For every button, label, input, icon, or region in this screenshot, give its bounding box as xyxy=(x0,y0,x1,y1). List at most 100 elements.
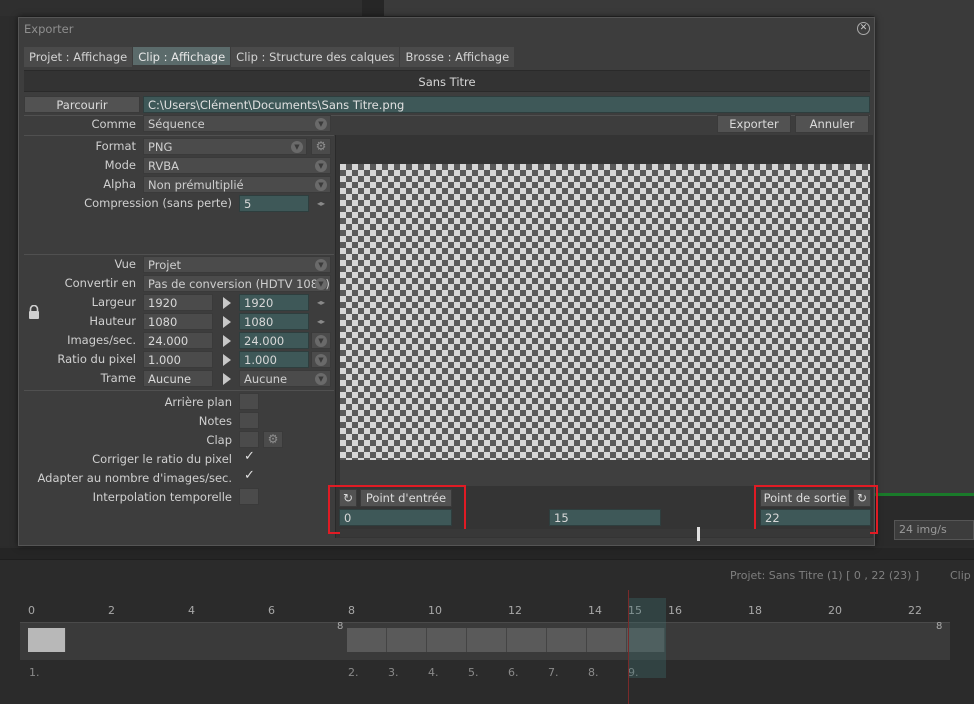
mode-value: RVBA xyxy=(148,159,179,173)
tab-clip-view[interactable]: Clip : Affichage xyxy=(133,47,232,65)
frame-number: 1. xyxy=(29,666,40,679)
fps-label: Images/sec. xyxy=(67,333,136,347)
stepper-icon[interactable]: ◂▸ xyxy=(315,199,327,209)
green-indicator-line xyxy=(874,493,974,496)
frame-input[interactable]: Aucune xyxy=(143,370,213,387)
ruler-tick: 2 xyxy=(108,604,115,617)
pixel-ratio-output[interactable]: 1.000 xyxy=(239,351,309,368)
arrow-right-icon xyxy=(223,354,231,366)
gear-icon[interactable]: ⚙ xyxy=(263,431,283,448)
background-checkbox[interactable] xyxy=(239,393,259,410)
range-scrubber[interactable] xyxy=(340,529,870,537)
close-icon[interactable]: ✕ xyxy=(857,22,870,35)
height-label: Hauteur xyxy=(89,314,136,328)
convert-select[interactable]: Pas de conversion (HDTV 1080) ▼ xyxy=(143,275,331,292)
timeline-cell[interactable] xyxy=(28,628,66,652)
notes-checkbox[interactable] xyxy=(239,412,259,429)
notes-label: Notes xyxy=(198,414,232,428)
reset-out-icon[interactable]: ↻ xyxy=(853,489,871,507)
preview-canvas xyxy=(340,164,870,460)
clip-info: Clip xyxy=(950,569,971,582)
timeline-cell[interactable] xyxy=(347,628,387,652)
format-label: Format xyxy=(95,139,136,153)
playhead[interactable] xyxy=(628,590,629,704)
view-select[interactable]: Projet ▼ xyxy=(143,256,331,273)
ruler-tick: 22 xyxy=(908,604,922,617)
browse-button[interactable]: Parcourir xyxy=(24,96,140,113)
timeline-cell[interactable] xyxy=(547,628,587,652)
in-point-input[interactable]: 0 xyxy=(339,509,452,526)
gear-icon[interactable]: ⚙ xyxy=(311,138,331,155)
export-button[interactable]: Exporter xyxy=(717,115,791,133)
background-right-panel xyxy=(874,16,974,496)
fps-display[interactable]: 24 img/s xyxy=(894,520,974,540)
fps-output[interactable]: 24.000 xyxy=(239,332,309,349)
clap-checkbox[interactable] xyxy=(239,431,259,448)
out-point-button[interactable]: Point de sortie xyxy=(760,489,850,507)
timeline-cell[interactable] xyxy=(387,628,427,652)
ruler-tick: 6 xyxy=(268,604,275,617)
reset-in-icon[interactable]: ↻ xyxy=(339,489,357,507)
height-input[interactable]: 1080 xyxy=(143,313,213,330)
pixel-ratio-label: Ratio du pixel xyxy=(57,352,136,366)
pixel-ratio-dropdown[interactable]: ▼ xyxy=(311,351,331,368)
interp-checkbox[interactable] xyxy=(239,488,259,505)
ruler-tick: 16 xyxy=(668,604,682,617)
frame-select[interactable]: Aucune ▼ xyxy=(239,370,331,387)
check-icon[interactable]: ✓ xyxy=(244,468,255,483)
clap-label: Clap xyxy=(206,433,232,447)
width-output[interactable]: 1920 xyxy=(239,294,309,311)
as-select[interactable]: Séquence ▼ xyxy=(143,115,331,132)
background-panel-right xyxy=(384,0,974,16)
frame-number: 7. xyxy=(548,666,559,679)
timeline-cell[interactable] xyxy=(427,628,467,652)
mode-select[interactable]: RVBA ▼ xyxy=(143,157,331,174)
format-value: PNG xyxy=(148,140,173,154)
timeline-cell[interactable] xyxy=(587,628,627,652)
frame-number: 2. xyxy=(348,666,359,679)
chevron-down-icon: ▼ xyxy=(315,354,327,366)
arrow-right-icon xyxy=(223,316,231,328)
out-point-input[interactable]: 22 xyxy=(760,509,871,526)
stepper-icon[interactable]: ◂▸ xyxy=(315,317,327,327)
arrow-right-icon xyxy=(223,297,231,309)
mode-label: Mode xyxy=(104,158,136,172)
tab-project-view[interactable]: Projet : Affichage xyxy=(24,47,134,67)
compression-input[interactable]: 5 xyxy=(239,195,309,212)
fps-dropdown[interactable]: ▼ xyxy=(311,332,331,349)
chevron-down-icon: ▼ xyxy=(315,278,327,290)
scrubber-handle[interactable] xyxy=(697,527,700,541)
in-point-button[interactable]: Point d'entrée xyxy=(360,489,452,507)
alpha-select[interactable]: Non prémultiplié ▼ xyxy=(143,176,331,193)
frame-output: Aucune xyxy=(244,372,288,386)
format-select[interactable]: PNG ▼ xyxy=(143,138,307,155)
path-input[interactable]: C:\Users\Clément\Documents\Sans Titre.pn… xyxy=(143,96,870,113)
background-left-panel xyxy=(0,16,18,546)
pixel-ratio-input[interactable]: 1.000 xyxy=(143,351,213,368)
width-input[interactable]: 1920 xyxy=(143,294,213,311)
ruler-tick: 0 xyxy=(28,604,35,617)
stepper-icon[interactable]: ◂▸ xyxy=(315,298,327,308)
fps-input[interactable]: 24.000 xyxy=(143,332,213,349)
timeline-cell[interactable] xyxy=(507,628,547,652)
chevron-down-icon: ▼ xyxy=(315,373,327,385)
separator xyxy=(24,135,334,136)
convert-value: Pas de conversion (HDTV 1080) xyxy=(148,277,330,291)
current-frame-highlight xyxy=(628,598,666,678)
frame-label: Trame xyxy=(100,371,136,385)
ruler-tick: 20 xyxy=(828,604,842,617)
frame-number: 8. xyxy=(588,666,599,679)
tab-brush-view[interactable]: Brosse : Affichage xyxy=(400,47,516,67)
timeline-cell[interactable] xyxy=(467,628,507,652)
cancel-button[interactable]: Annuler xyxy=(795,115,869,133)
tab-clip-layers[interactable]: Clip : Structure des calques xyxy=(231,47,401,67)
current-frame-input[interactable]: 15 xyxy=(549,509,661,526)
background-label: Arrière plan xyxy=(164,395,232,409)
ruler-tick: 12 xyxy=(508,604,522,617)
alpha-value: Non prémultiplié xyxy=(148,178,244,192)
check-icon[interactable]: ✓ xyxy=(244,449,255,464)
height-output[interactable]: 1080 xyxy=(239,313,309,330)
ruler-tick: 4 xyxy=(188,604,195,617)
convert-label: Convertir en xyxy=(64,276,136,290)
frame-number: 3. xyxy=(388,666,399,679)
